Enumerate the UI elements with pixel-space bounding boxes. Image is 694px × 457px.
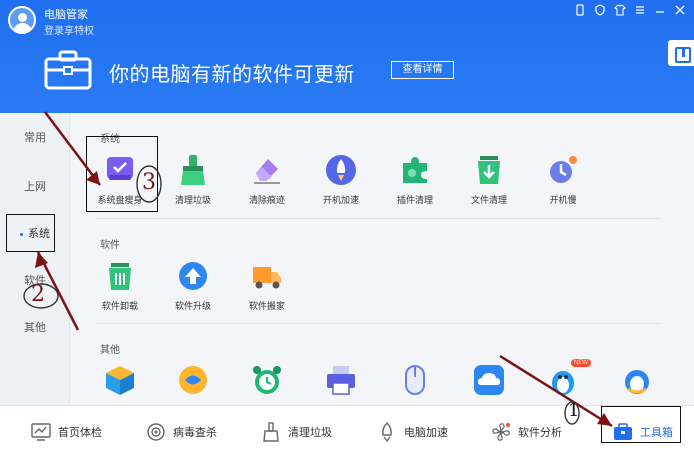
tool-label: 开机慢 bbox=[549, 195, 577, 205]
bottom-nav-home-checkup[interactable]: 首页体检 bbox=[30, 418, 102, 446]
tool-label: 清除痕迹 bbox=[248, 195, 285, 205]
tool-label: 软件搬家 bbox=[248, 301, 285, 311]
section-title-software: 软件 bbox=[100, 240, 120, 251]
phone-icon[interactable] bbox=[574, 4, 586, 16]
toolbox-icon bbox=[44, 50, 92, 90]
annotation-box-disk-slim bbox=[86, 136, 158, 212]
move-truck-icon bbox=[253, 267, 281, 289]
tool-other-6[interactable] bbox=[459, 363, 519, 397]
annotation-box-system-nav bbox=[6, 214, 55, 252]
app-title: 电脑管家 bbox=[44, 9, 88, 21]
tool-upgrade[interactable]: 软件升级 bbox=[163, 259, 223, 312]
tool-label: 清理垃圾 bbox=[174, 195, 211, 205]
tool-other-3[interactable] bbox=[237, 363, 297, 397]
rocket-icon bbox=[382, 422, 392, 443]
shield-icon[interactable] bbox=[594, 4, 606, 16]
tool-label: 插件清理 bbox=[396, 195, 433, 205]
tool-other-2[interactable] bbox=[163, 363, 223, 397]
cloud-icon bbox=[474, 365, 504, 395]
bottom-nav-label: 清理垃圾 bbox=[288, 427, 332, 439]
tool-other-4[interactable] bbox=[311, 363, 371, 397]
nav-label: 上网 bbox=[24, 181, 46, 193]
section-divider bbox=[96, 218, 661, 219]
nav-label: 其他 bbox=[24, 322, 46, 334]
bottom-nav-label: 电脑加速 bbox=[404, 427, 448, 439]
fan-icon bbox=[492, 423, 510, 441]
shirt-icon[interactable] bbox=[614, 4, 626, 16]
virus-scan-icon bbox=[147, 423, 165, 441]
section-divider bbox=[96, 323, 661, 324]
broom-icon bbox=[263, 422, 279, 442]
nav-label: 软件 bbox=[24, 275, 46, 287]
section-title-other: 其他 bbox=[100, 345, 120, 356]
alarm-clock-icon bbox=[253, 366, 281, 394]
tool-label: 文件清理 bbox=[470, 195, 507, 205]
nav-item-internet[interactable]: 上网 bbox=[0, 175, 70, 199]
tool-other-7[interactable]: NEW bbox=[533, 359, 593, 397]
nav-label: 常用 bbox=[24, 132, 46, 144]
printer-icon bbox=[327, 366, 355, 395]
eraser-icon bbox=[254, 159, 280, 184]
window-controls bbox=[574, 4, 686, 16]
bottom-nav-speedup[interactable]: 电脑加速 bbox=[376, 418, 448, 446]
tool-uninstall[interactable]: 软件卸载 bbox=[90, 259, 150, 312]
tool-plugin-clean[interactable]: 插件清理 bbox=[385, 153, 445, 206]
broom-icon bbox=[181, 155, 205, 185]
tool-move-software[interactable]: 软件搬家 bbox=[237, 259, 297, 312]
slow-boot-icon bbox=[550, 156, 577, 183]
left-nav: 常用 上网 系统 软件 其他 bbox=[0, 113, 70, 405]
upgrade-icon bbox=[179, 262, 207, 290]
tool-clean-junk[interactable]: 清理垃圾 bbox=[163, 153, 223, 206]
tool-label: 软件升级 bbox=[174, 301, 211, 311]
tool-file-clean[interactable]: 文件清理 bbox=[459, 153, 519, 206]
bottom-nav: 首页体检 病毒查杀 清理垃圾 电脑加速 软件分析 工具箱 bbox=[0, 405, 694, 457]
update-banner-text: 你的电脑有新的软件可更新 bbox=[109, 64, 355, 86]
cube-icon bbox=[106, 366, 134, 395]
penguin-icon bbox=[625, 370, 649, 394]
tool-panel: 系统 系统盘瘦身 清理垃圾 清除痕迹 开机加速 插件清理 文件清理 开机慢 软件… bbox=[70, 113, 694, 405]
login-link[interactable]: 登录享特权 bbox=[44, 22, 94, 37]
tool-label: 开机加速 bbox=[322, 195, 359, 205]
tool-slow-boot[interactable]: 开机慢 bbox=[533, 153, 593, 206]
uninstall-icon bbox=[109, 263, 131, 290]
nav-item-other[interactable]: 其他 bbox=[0, 316, 70, 340]
puzzle-icon bbox=[403, 157, 427, 183]
new-badge: NEW bbox=[571, 359, 591, 367]
view-details-button[interactable]: 查看详情 bbox=[391, 61, 454, 79]
annotation-box-toolbox bbox=[601, 406, 681, 443]
tool-other-8[interactable] bbox=[607, 363, 667, 397]
header: 电脑管家 登录享特权 你的电脑有新的软件可更新 查看详情 bbox=[0, 0, 694, 113]
bottom-nav-label: 首页体检 bbox=[58, 427, 102, 439]
bottom-nav-clean-junk[interactable]: 清理垃圾 bbox=[260, 418, 332, 446]
mouse-icon bbox=[405, 365, 425, 395]
nav-item-software[interactable]: 软件 bbox=[0, 269, 70, 293]
minimize-icon[interactable] bbox=[654, 4, 666, 16]
bottom-nav-label: 软件分析 bbox=[518, 427, 562, 439]
fish-icon bbox=[179, 366, 207, 394]
collapse-panel-button[interactable] bbox=[668, 40, 694, 66]
tool-other-1[interactable] bbox=[90, 363, 150, 397]
nav-item-common[interactable]: 常用 bbox=[0, 126, 70, 150]
tool-label: 软件卸载 bbox=[101, 301, 138, 311]
menu-icon[interactable] bbox=[634, 4, 646, 16]
file-clean-icon bbox=[478, 156, 500, 184]
penguin-new-icon bbox=[552, 371, 574, 395]
rocket-icon bbox=[326, 155, 356, 185]
tool-boot-speedup[interactable]: 开机加速 bbox=[311, 153, 371, 206]
tool-other-5[interactable] bbox=[385, 363, 445, 397]
bottom-nav-label: 病毒查杀 bbox=[173, 427, 217, 439]
avatar[interactable] bbox=[8, 6, 36, 34]
close-icon[interactable] bbox=[674, 4, 686, 16]
tool-clear-traces[interactable]: 清除痕迹 bbox=[237, 153, 297, 206]
bottom-nav-software-analysis[interactable]: 软件分析 bbox=[490, 418, 562, 446]
bottom-nav-virus-scan[interactable]: 病毒查杀 bbox=[145, 418, 217, 446]
monitor-icon bbox=[31, 423, 51, 441]
